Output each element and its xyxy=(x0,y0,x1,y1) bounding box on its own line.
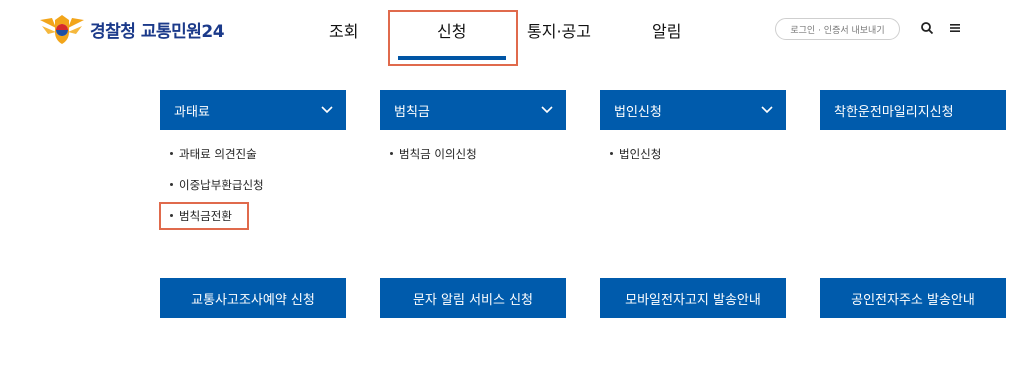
chevron-down-icon xyxy=(760,102,774,120)
sub-item-highlight xyxy=(159,202,249,230)
nav-notice[interactable]: 통지·공고 xyxy=(527,18,591,42)
sub-item-corporate-apply[interactable]: 법인신청 xyxy=(610,146,661,162)
menu-certified-address[interactable]: 공인전자주소 발송안내 xyxy=(820,278,1006,318)
brand-agency: 경찰청 xyxy=(90,21,136,42)
sub-item-label: 이중납부환급신청 xyxy=(179,178,264,192)
bullet xyxy=(170,183,173,186)
sub-item-fine-opinion[interactable]: 과태료 의견진술 xyxy=(170,146,257,162)
menu-penalty[interactable]: 범칙금 xyxy=(380,90,566,130)
sub-item-penalty-objection[interactable]: 범칙금 이의신청 xyxy=(390,146,477,162)
menu-mobile-notice[interactable]: 모바일전자고지 발송안내 xyxy=(600,278,786,318)
menu-corporate-label: 법인신청 xyxy=(614,104,662,120)
nav-inquiry[interactable]: 조회 xyxy=(329,18,358,42)
bullet xyxy=(390,152,393,155)
bullet xyxy=(170,152,173,155)
brand-service: 교통민원24 xyxy=(140,21,225,42)
menu-fine-label: 과태료 xyxy=(174,104,210,120)
bullet xyxy=(610,152,613,155)
menu-sms-alert[interactable]: 문자 알림 서비스 신청 xyxy=(380,278,566,318)
login-button[interactable]: 로그인 · 인증서 내보내기 xyxy=(775,18,900,40)
menu-mileage-label: 착한운전마일리지신청 xyxy=(834,104,954,120)
menu-corporate[interactable]: 법인신청 xyxy=(600,90,786,130)
sub-item-label: 법인신청 xyxy=(619,147,662,161)
nav-alarm[interactable]: 알림 xyxy=(652,18,681,42)
site-logo[interactable]: 경찰청 교통민원24 xyxy=(38,12,225,46)
sub-item-label: 과태료 의견진술 xyxy=(179,147,257,161)
search-icon[interactable] xyxy=(918,19,936,37)
nav-active-underline xyxy=(398,56,506,60)
menu-penalty-label: 범칙금 xyxy=(394,104,430,120)
sub-item-double-payment-refund[interactable]: 이중납부환급신청 xyxy=(170,177,264,193)
menu-fine[interactable]: 과태료 xyxy=(160,90,346,130)
sub-item-label: 범칙금 이의신청 xyxy=(399,147,477,161)
menu-accident-reservation[interactable]: 교통사고조사예약 신청 xyxy=(160,278,346,318)
site-title: 경찰청 교통민원24 xyxy=(90,17,225,42)
chevron-down-icon xyxy=(320,102,334,120)
menu-mileage[interactable]: 착한운전마일리지신청 xyxy=(820,90,1006,130)
menu-icon[interactable] xyxy=(946,19,964,37)
police-emblem-icon xyxy=(38,12,86,46)
chevron-down-icon xyxy=(540,102,554,120)
